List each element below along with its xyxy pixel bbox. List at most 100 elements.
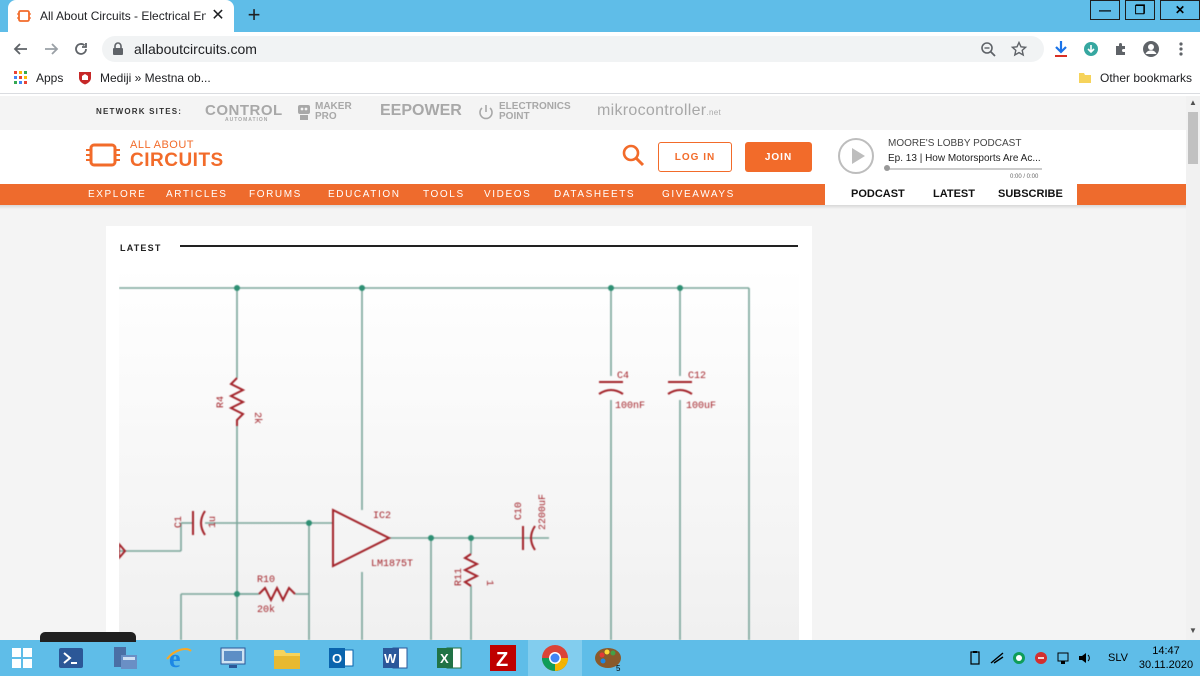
tray-battery-icon[interactable]: [968, 651, 982, 665]
tray-network-icon[interactable]: [990, 651, 1004, 665]
bookmark-apps[interactable]: Apps: [14, 71, 63, 85]
menu-dots-icon[interactable]: [1166, 36, 1196, 62]
bookmark-other[interactable]: Other bookmarks: [1078, 71, 1192, 85]
tray-security-icon[interactable]: [1012, 651, 1026, 665]
network-site-control[interactable]: CONTROL AUTOMATION: [205, 102, 283, 123]
aac-favicon-icon: [17, 10, 31, 22]
join-button[interactable]: JOIN: [745, 142, 812, 172]
start-button[interactable]: [0, 640, 44, 676]
network-site-mikrocontroller-label: mikrocontroller: [597, 102, 707, 119]
label-ic-part: LM1875T: [371, 559, 413, 570]
tray-time: 14:47: [1152, 645, 1180, 657]
podcast-progress-handle[interactable]: [884, 165, 890, 171]
taskbar-outlook[interactable]: O: [314, 640, 368, 676]
taskbar-excel[interactable]: X: [422, 640, 476, 676]
network-site-makerpro[interactable]: MAKER PRO: [295, 102, 355, 122]
zoom-icon[interactable]: [974, 41, 1004, 57]
label-c10-value: 2200uF: [538, 494, 549, 530]
extensions-puzzle-icon[interactable]: [1106, 36, 1136, 62]
nav-education[interactable]: EDUCATION: [328, 189, 401, 200]
tab-latest[interactable]: LATEST: [933, 188, 975, 200]
maximize-button[interactable]: ❐: [1125, 0, 1155, 20]
podcast-play-button[interactable]: [838, 138, 874, 174]
label-c12: C12: [688, 371, 706, 382]
tray-clock[interactable]: 14:47 30.11.2020: [1138, 644, 1194, 672]
site-logo[interactable]: ALL ABOUT CIRCUITS: [86, 140, 224, 170]
bookmark-star-icon[interactable]: [1004, 41, 1034, 57]
reload-icon: [75, 43, 87, 55]
tray-shield-icon[interactable]: [1034, 651, 1048, 665]
tray-device-icon[interactable]: [1056, 651, 1070, 665]
back-button[interactable]: [6, 34, 36, 64]
podcast-title: MOORE'S LOBBY PODCAST: [888, 138, 1022, 149]
tab-close-icon[interactable]: ✕: [210, 8, 226, 24]
featured-image-schematic[interactable]: R4 2k C4 100nF C12 100uF C1 1u IC2 LM187…: [119, 266, 799, 640]
podcast-episode[interactable]: Ep. 13 | How Motorsports Are Ac...: [888, 153, 1041, 164]
nav-giveaways[interactable]: GIVEAWAYS: [662, 189, 735, 200]
minimize-button[interactable]: —: [1090, 0, 1120, 20]
network-site-electronicspoint[interactable]: ELECTRONICS POINT: [477, 102, 579, 122]
taskbar-word[interactable]: W: [368, 640, 422, 676]
taskbar-tooltip-edge: [40, 632, 136, 642]
scroll-thumb[interactable]: [1188, 112, 1198, 164]
network-site-makerpro-label: MAKER PRO: [315, 101, 352, 122]
taskbar-ie[interactable]: e: [152, 640, 206, 676]
network-sites-label: NETWORK SITES:: [96, 107, 183, 116]
svg-text:e: e: [169, 645, 181, 671]
login-button[interactable]: LOG IN: [658, 142, 732, 172]
paint-palette-icon: 5: [595, 648, 621, 672]
bookmarks-bar: Apps Mediji » Mestna ob... Other bookmar…: [0, 66, 1200, 94]
svg-text:W: W: [384, 651, 397, 666]
power-icon: [479, 105, 493, 120]
taskbar-paint[interactable]: 5: [582, 640, 636, 676]
tray-language[interactable]: SLV: [1108, 652, 1128, 664]
taskbar-powershell[interactable]: [44, 640, 98, 676]
back-arrow-icon: [13, 43, 27, 55]
url-text: allaboutcircuits.com: [134, 41, 257, 57]
address-bar[interactable]: allaboutcircuits.com: [102, 36, 1044, 62]
tab-podcast[interactable]: PODCAST: [851, 188, 905, 200]
extension-teal-icon[interactable]: [1076, 36, 1106, 62]
label-c4-value: 100nF: [615, 401, 645, 412]
podcast-progress-bar[interactable]: [886, 168, 1042, 170]
network-sites-bar: NETWORK SITES: CONTROL AUTOMATION MAKER …: [0, 96, 1186, 130]
download-icon[interactable]: [1046, 36, 1076, 62]
browser-tab[interactable]: All About Circuits - Electrical Eng ✕: [8, 0, 234, 32]
nav-explore[interactable]: EXPLORE: [88, 189, 146, 200]
profile-icon[interactable]: [1136, 36, 1166, 62]
nav-videos[interactable]: VIDEOS: [484, 189, 531, 200]
bookmark-mediji[interactable]: Mediji » Mestna ob...: [78, 71, 211, 85]
nav-forums[interactable]: FORUMS: [249, 189, 302, 200]
nav-tools[interactable]: TOOLS: [423, 189, 465, 200]
bookmark-other-label: Other bookmarks: [1100, 71, 1193, 85]
taskbar-control-panel[interactable]: [206, 640, 260, 676]
latest-heading: LATEST: [120, 243, 162, 253]
nav-articles[interactable]: ARTICLES: [166, 189, 228, 200]
network-site-eepower[interactable]: EEPOWER: [380, 102, 462, 120]
reload-button[interactable]: [66, 34, 96, 64]
label-ic: IC2: [373, 511, 391, 522]
taskbar-filezilla[interactable]: Z: [476, 640, 530, 676]
page-scrollbar[interactable]: ▲ ▼: [1186, 96, 1200, 640]
network-site-electronicspoint-label: ELECTRONICS POINT: [499, 101, 571, 122]
tab-subscribe[interactable]: SUBSCRIBE: [998, 188, 1063, 200]
nav-datasheets[interactable]: DATASHEETS: [554, 189, 635, 200]
label-r10: R10: [257, 575, 275, 586]
lock-icon: [113, 42, 123, 55]
scroll-up-icon[interactable]: ▲: [1188, 98, 1198, 108]
logo-text-big: CIRCUITS: [130, 150, 224, 171]
taskbar-server-manager[interactable]: [98, 640, 152, 676]
extension-icons: [1046, 36, 1196, 62]
new-tab-button[interactable]: +: [242, 4, 266, 28]
forward-button[interactable]: [36, 34, 66, 64]
svg-text:Z: Z: [496, 649, 508, 671]
tray-volume-icon[interactable]: [1078, 651, 1092, 665]
scroll-down-icon[interactable]: ▼: [1188, 626, 1198, 636]
close-window-button[interactable]: ✕: [1160, 0, 1200, 20]
site-search-icon[interactable]: [620, 142, 646, 168]
taskbar-chrome[interactable]: [528, 640, 582, 676]
svg-text:5: 5: [616, 664, 621, 672]
network-site-mikrocontroller[interactable]: mikrocontroller.net: [597, 102, 721, 120]
taskbar-file-explorer[interactable]: [260, 640, 314, 676]
windows-taskbar: e O W X Z 5 SLV 14:47 30.11.2020: [0, 640, 1200, 676]
